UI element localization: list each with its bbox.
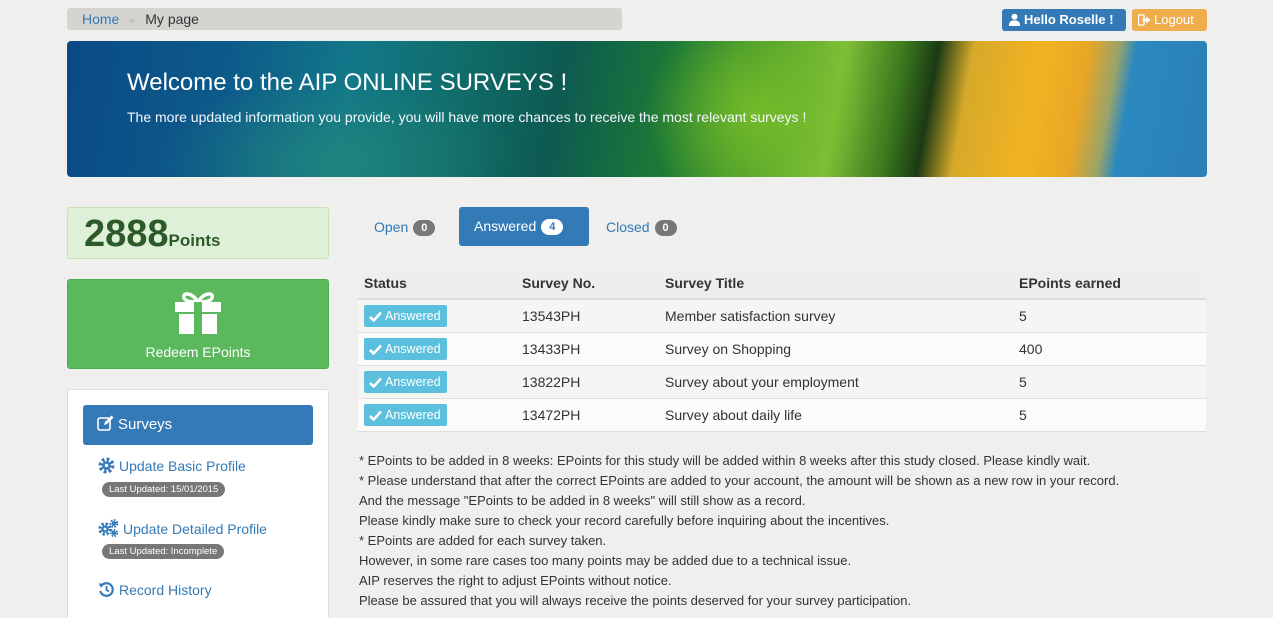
table-row: Answered 13543PH Member satisfaction sur… <box>358 299 1206 333</box>
check-icon <box>369 311 382 323</box>
epoints-notes: * EPoints to be added in 8 weeks: EPoint… <box>359 451 1219 611</box>
note-line: Please kindly make sure to check your re… <box>359 513 890 528</box>
sidebar-item-label: Record History <box>119 582 212 598</box>
sidebar-item-label: Update Detailed Profile <box>123 521 267 537</box>
column-header-epoints-earned: EPoints earned <box>1013 267 1206 300</box>
gear-icon <box>98 457 115 474</box>
last-updated-badge: Last Updated: 15/01/2015 <box>102 482 226 497</box>
tab-label: Closed <box>606 219 650 235</box>
banner-subtitle: The more updated information you provide… <box>127 109 807 125</box>
note-line: And the message "EPoints to be added in … <box>359 493 806 508</box>
epoints-cell: 5 <box>1013 365 1206 399</box>
tab-answered[interactable]: Answered 4 <box>459 207 589 246</box>
table-row: Answered 13433PH Survey on Shopping 400 <box>358 332 1206 366</box>
sidebar-item-surveys[interactable]: Surveys <box>83 405 313 445</box>
last-updated-badge: Last Updated: Incomplete <box>102 544 225 559</box>
gift-icon <box>175 292 221 334</box>
note-line: However, in some rare cases too many poi… <box>359 553 852 568</box>
epoints-cell: 5 <box>1013 398 1206 432</box>
user-icon <box>1008 13 1021 26</box>
history-icon <box>98 582 114 597</box>
breadcrumb-current: My page <box>145 11 199 27</box>
status-text: Answered <box>385 374 441 389</box>
check-icon <box>369 344 382 355</box>
user-greeting-button[interactable]: Hello Roselle ! <box>1002 9 1126 31</box>
table-header-row: Status Survey No. Survey Title EPoints e… <box>358 267 1206 300</box>
check-icon <box>369 377 382 388</box>
points-value: 2888 <box>84 213 169 255</box>
note-line: AIP reserves the right to adjust EPoints… <box>359 573 672 588</box>
status-cell: Answered <box>358 398 516 432</box>
table-row: Answered 13822PH Survey about your emplo… <box>358 365 1206 399</box>
epoints-cell: 400 <box>1013 332 1206 366</box>
tab-count-badge: 4 <box>541 219 564 235</box>
status-cell: Answered <box>358 365 516 399</box>
sidebar-item-label: Surveys <box>118 416 173 433</box>
survey-title-cell: Member satisfaction survey <box>659 299 1013 333</box>
breadcrumb-separator: » <box>129 15 136 27</box>
tab-count-badge: 0 <box>413 220 436 236</box>
breadcrumb-home-link[interactable]: Home <box>82 11 119 27</box>
note-line: Please be assured that you will always r… <box>359 593 912 608</box>
tab-count-badge: 0 <box>654 220 677 236</box>
sidebar-item-record-history[interactable]: Record History <box>98 581 212 598</box>
column-header-status: Status <box>358 267 516 300</box>
note-line: * EPoints are added for each survey take… <box>359 533 607 548</box>
table-row: Answered 13472PH Survey about daily life… <box>358 398 1206 432</box>
status-text: Answered <box>385 341 441 356</box>
note-line: * EPoints to be added in 8 weeks: EPoint… <box>359 453 1091 468</box>
surveys-table: Status Survey No. Survey Title EPoints e… <box>358 267 1206 432</box>
edit-icon <box>97 415 114 431</box>
logout-icon <box>1137 14 1151 26</box>
tab-open[interactable]: Open 0 <box>360 208 456 246</box>
sidebar-item-label: Update Basic Profile <box>119 458 246 474</box>
banner-title: Welcome to the AIP ONLINE SURVEYS ! <box>127 69 568 96</box>
status-cell: Answered <box>358 299 516 333</box>
sidebar-nav: Surveys Update Basic Profile Last Update… <box>67 389 329 618</box>
note-line: * Please understand that after the corre… <box>359 473 1120 488</box>
survey-title-cell: Survey about daily life <box>659 398 1013 432</box>
breadcrumb: Home » My page <box>67 8 622 30</box>
user-greeting-label: Hello Roselle ! <box>1024 12 1114 27</box>
survey-title-cell: Survey about your employment <box>659 365 1013 399</box>
tab-closed[interactable]: Closed 0 <box>592 208 692 246</box>
survey-no-cell: 13822PH <box>516 365 659 399</box>
status-cell: Answered <box>358 332 516 366</box>
column-header-survey-title: Survey Title <box>659 267 1013 300</box>
status-label: Answered <box>364 337 447 360</box>
status-label: Answered <box>364 304 447 327</box>
epoints-cell: 5 <box>1013 299 1206 333</box>
status-text: Answered <box>385 308 441 323</box>
points-label: Points <box>168 231 221 250</box>
survey-no-cell: 13543PH <box>516 299 659 333</box>
redeem-epoints-button[interactable]: Redeem EPoints <box>67 279 329 369</box>
survey-no-cell: 13472PH <box>516 398 659 432</box>
gears-icon <box>98 519 119 538</box>
sidebar-item-update-detailed-profile[interactable]: Update Detailed Profile <box>98 519 267 538</box>
welcome-banner: Welcome to the AIP ONLINE SURVEYS ! The … <box>67 41 1207 177</box>
status-text: Answered <box>385 407 441 422</box>
logout-label: Logout <box>1154 12 1194 27</box>
tab-label: Open <box>374 219 409 235</box>
check-icon <box>369 410 382 421</box>
logout-button[interactable]: Logout <box>1132 9 1207 31</box>
survey-title-cell: Survey on Shopping <box>659 332 1013 366</box>
survey-no-cell: 13433PH <box>516 332 659 366</box>
status-label: Answered <box>364 370 447 393</box>
redeem-label: Redeem EPoints <box>145 344 251 360</box>
points-summary: 2888Points <box>67 207 329 259</box>
sidebar-item-update-basic-profile[interactable]: Update Basic Profile <box>98 457 246 474</box>
status-label: Answered <box>364 403 447 426</box>
tab-label: Answered <box>474 218 537 234</box>
column-header-survey-no: Survey No. <box>516 267 659 300</box>
